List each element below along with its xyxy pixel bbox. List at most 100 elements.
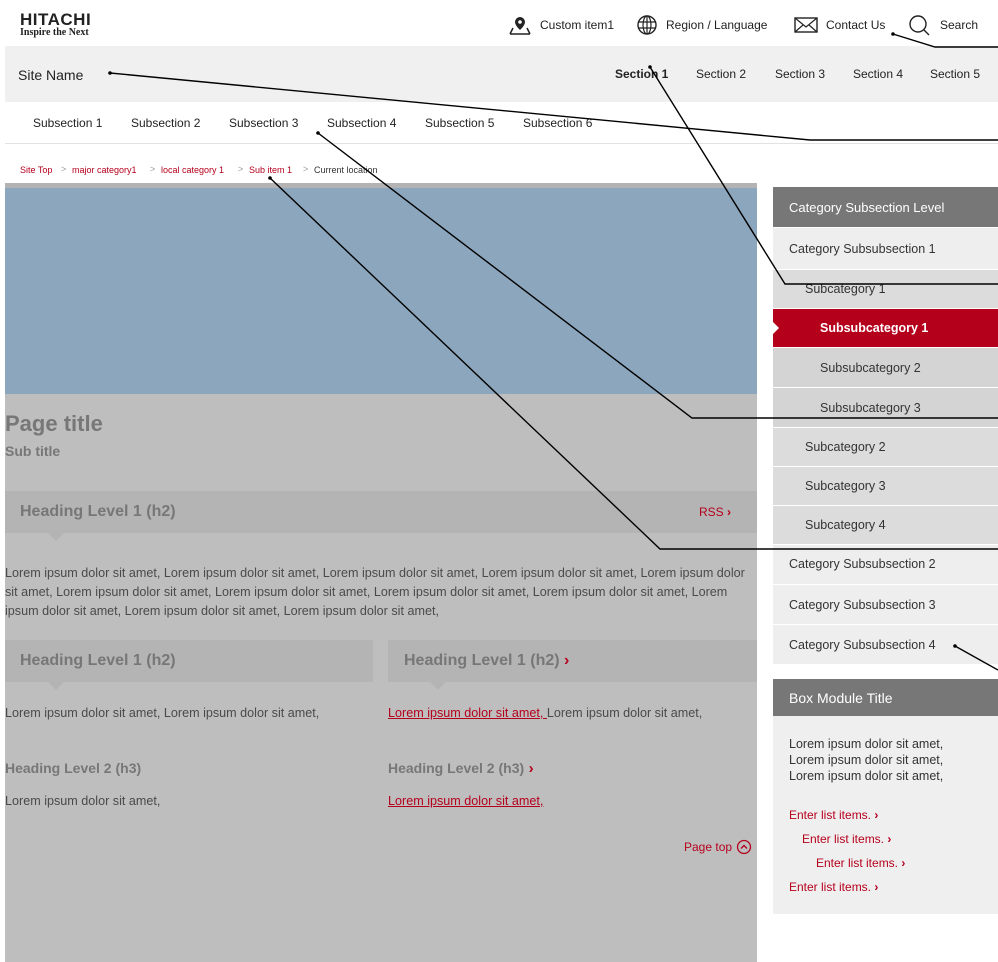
sidebar-item-label: Subsubcategory 2 (820, 360, 921, 375)
logo-tagline: Inspire the Next (20, 27, 89, 38)
subsection-1-link[interactable]: Subsection 1 (33, 116, 102, 130)
box-list-item[interactable]: Enter list items. › (789, 808, 878, 822)
sidebar-item-label: Category Subsubsection 3 (789, 597, 936, 612)
sidebar-item-label: Subcategory 3 (805, 479, 886, 493)
sidebar-item-label: Category Subsubsection 4 (789, 637, 936, 652)
breadcrumb-separator: > (61, 164, 67, 174)
sidebar-category-title: Category Subsection Level (773, 187, 998, 227)
sidebar-item-category-2[interactable]: Category Subsubsection 2 (773, 544, 998, 584)
right-subheading-link[interactable]: Heading Level 2 (h3) › (388, 760, 534, 778)
right-paragraph: Lorem ipsum dolor sit amet, Lorem ipsum … (388, 704, 738, 723)
region-language-link[interactable]: Region / Language (636, 14, 767, 36)
sidebar-item-subcategory-2[interactable]: Subcategory 2 (773, 427, 998, 466)
site-name-bar (5, 46, 998, 102)
sidebar-item-category-3[interactable]: Category Subsubsection 3 (773, 584, 998, 624)
box-text-line: Lorem ipsum dolor sit amet, (789, 737, 944, 751)
sidebar-item-label: Subcategory 4 (805, 518, 886, 532)
map-pin-icon (509, 17, 531, 35)
breadcrumb-major-category[interactable]: major category1 (72, 165, 137, 175)
inline-link[interactable]: Lorem ipsum dolor sit amet, (388, 706, 547, 720)
subsection-3-link[interactable]: Subsection 3 (229, 116, 298, 130)
list-item-label: Enter list items. (789, 808, 872, 822)
page-title: Page title (5, 411, 103, 436)
left-subheading: Heading Level 2 (h3) (5, 760, 142, 776)
sidebar-item-subsubcategory-3[interactable]: Subsubcategory 3 (773, 387, 998, 427)
box-list-item[interactable]: Enter list items. › (789, 880, 878, 894)
region-language-label: Region / Language (666, 18, 768, 32)
annotation-dot (891, 32, 895, 36)
sidebar-item-label: Category Subsubsection 1 (789, 241, 936, 256)
chevron-right-icon: › (874, 880, 879, 894)
section-2-link[interactable]: Section 2 (696, 67, 746, 81)
search-link[interactable]: Search (908, 14, 978, 36)
chevron-up-circle-icon (736, 839, 752, 855)
sidebar-item-category-4[interactable]: Category Subsubsection 4 (773, 624, 998, 664)
search-label: Search (940, 18, 979, 32)
contact-us-label: Contact Us (826, 18, 886, 32)
section-3-link[interactable]: Section 3 (775, 67, 825, 81)
globe-icon (637, 15, 657, 35)
right-heading: Heading Level 1 (h2) (404, 652, 560, 669)
breadcrumb-separator: > (303, 164, 309, 174)
sidebar-item-subcategory-4[interactable]: Subcategory 4 (773, 505, 998, 544)
heading-notch (48, 682, 64, 690)
chevron-right-icon: › (727, 505, 732, 519)
heading-level-1: Heading Level 1 (h2) (20, 503, 176, 520)
contact-us-link[interactable]: Contact Us (794, 14, 885, 36)
custom-item-label: Custom item1 (540, 18, 615, 32)
left-heading: Heading Level 1 (h2) (20, 652, 176, 669)
subsection-2-link[interactable]: Subsection 2 (131, 116, 200, 130)
chevron-right-icon: › (564, 652, 570, 669)
breadcrumb-sub-item[interactable]: Sub item 1 (249, 165, 292, 175)
body-paragraph: Lorem ipsum dolor sit amet, Lorem ipsum … (5, 566, 745, 618)
sidebar-item-label: Subcategory 2 (805, 440, 886, 454)
box-module-title: Box Module Title (773, 679, 998, 716)
box-text-line: Lorem ipsum dolor sit amet, (789, 769, 944, 783)
page-subtitle: Sub title (5, 443, 61, 459)
list-item-label: Enter list items. (816, 856, 899, 870)
breadcrumb-separator: > (238, 164, 244, 174)
section-5-link[interactable]: Section 5 (930, 67, 980, 81)
subsection-4-link[interactable]: Subsection 4 (327, 116, 396, 130)
subsection-6-link[interactable]: Subsection 6 (523, 116, 592, 130)
list-item-label: Enter list items. (802, 832, 885, 846)
box-list-item[interactable]: Enter list items. › (802, 832, 891, 846)
sidebar-item-subsubcategory-1[interactable]: Subsubcategory 1 (773, 308, 998, 347)
heading-notch (48, 533, 64, 541)
breadcrumb-local-category[interactable]: local category 1 (161, 165, 224, 175)
chevron-right-icon: › (887, 832, 892, 846)
rss-link[interactable]: RSS › (699, 505, 731, 519)
chevron-right-icon: › (874, 808, 879, 822)
envelope-icon (794, 17, 818, 33)
right-text: Lorem ipsum dolor sit amet, (546, 706, 703, 720)
site-name[interactable]: Site Name (18, 67, 83, 83)
left-paragraph-2: Lorem ipsum dolor sit amet, (5, 794, 161, 808)
right-heading-link[interactable]: Heading Level 1 (h2) › (404, 652, 569, 670)
annotation-dot (316, 131, 320, 135)
list-item-label: Enter list items. (789, 880, 872, 894)
sidebar-item-subcategory-1[interactable]: Subcategory 1 (773, 269, 998, 308)
active-marker-icon (773, 322, 779, 334)
chevron-right-icon: › (528, 760, 534, 777)
left-paragraph: Lorem ipsum dolor sit amet, Lorem ipsum … (5, 706, 320, 720)
page-top-label: Page top (684, 840, 733, 854)
box-list-item[interactable]: Enter list items. › (816, 856, 905, 870)
breadcrumb-current: Current location (314, 165, 378, 175)
sidebar-item-label: Subcategory 1 (805, 282, 886, 296)
hero-image-placeholder (5, 188, 757, 394)
sidebar-item-subsubcategory-2[interactable]: Subsubcategory 2 (773, 347, 998, 387)
box-title-label: Box Module Title (789, 689, 893, 706)
sidebar-item-category-1[interactable]: Category Subsubsection 1 (773, 227, 998, 269)
sidebar-item-subcategory-3[interactable]: Subcategory 3 (773, 466, 998, 505)
right-link-2[interactable]: Lorem ipsum dolor sit amet, (388, 792, 543, 811)
heading-notch (430, 682, 446, 690)
rss-label: RSS (699, 505, 724, 519)
section-4-link[interactable]: Section 4 (853, 67, 903, 81)
chevron-right-icon: › (901, 856, 906, 870)
subsection-5-link[interactable]: Subsection 5 (425, 116, 494, 130)
page-top-link[interactable]: Page top (684, 839, 752, 855)
section-1-link[interactable]: Section 1 (615, 67, 668, 81)
breadcrumb-site-top[interactable]: Site Top (20, 165, 52, 175)
right-subheading: Heading Level 2 (h3) (388, 760, 525, 776)
custom-item-link[interactable]: Custom item1 (508, 14, 614, 36)
